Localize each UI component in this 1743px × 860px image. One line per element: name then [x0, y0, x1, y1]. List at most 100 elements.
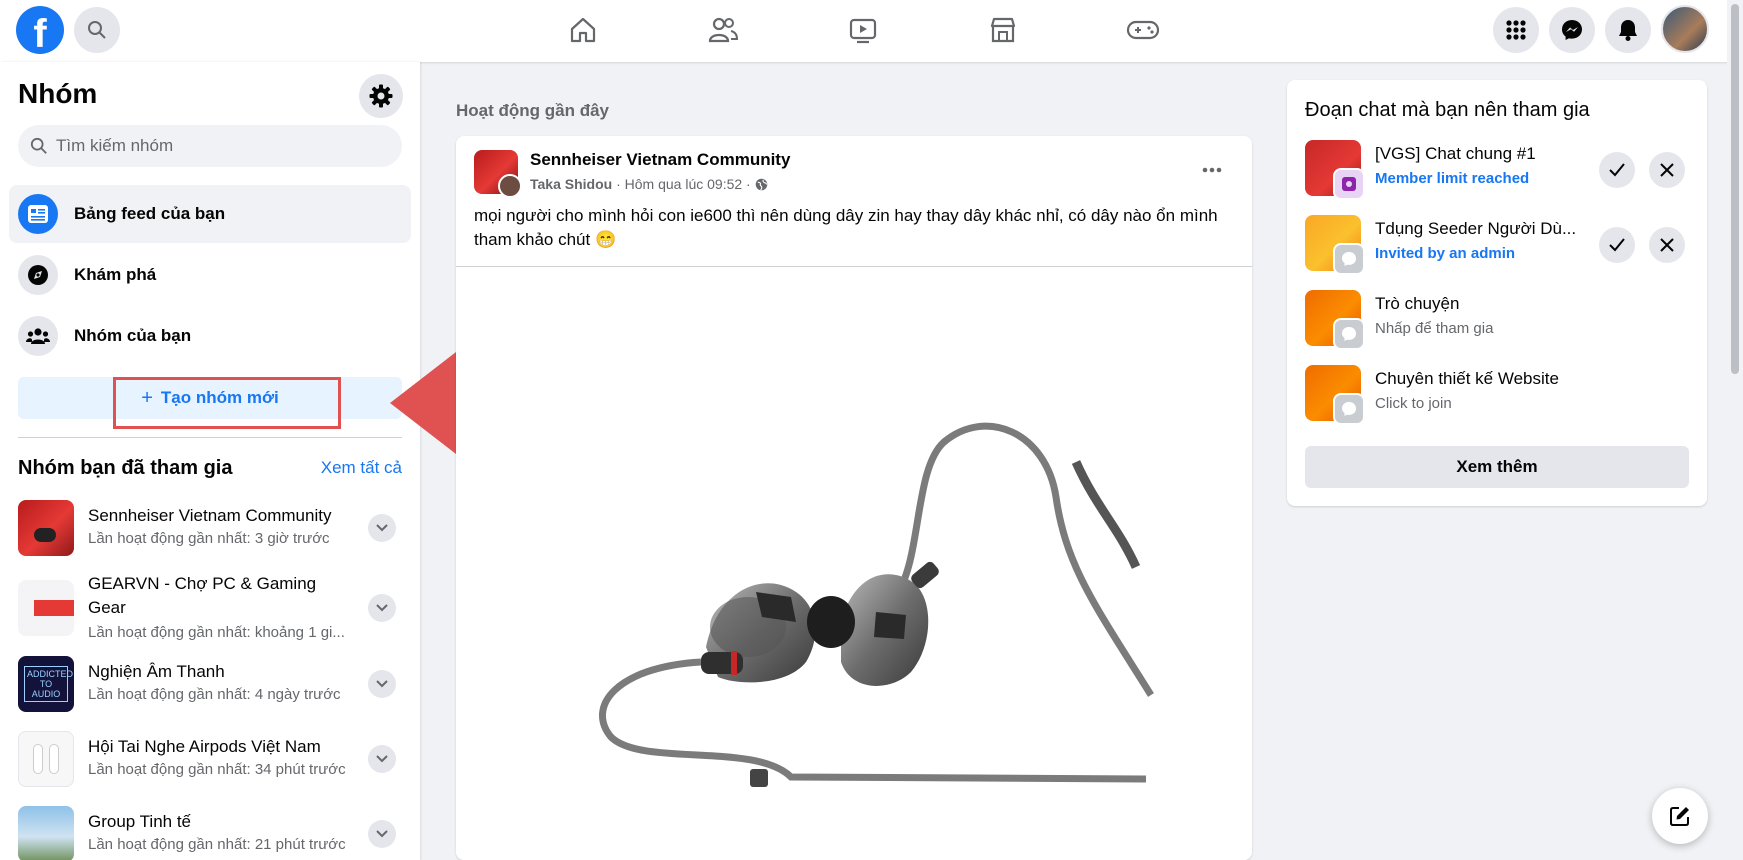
post-group-name[interactable]: Sennheiser Vietnam Community: [530, 150, 790, 170]
chevron-down-icon: [376, 604, 388, 612]
group-options-button[interactable]: [368, 670, 396, 698]
post-time[interactable]: · Hôm qua lúc 09:52 ·: [612, 176, 754, 192]
airpod-graphic: [33, 744, 43, 774]
suggested-chat-item[interactable]: Chuyên thiết kế Website Click to join: [1305, 365, 1689, 425]
profile-avatar[interactable]: [1661, 5, 1709, 53]
group-list-item[interactable]: ADDICTED TO AUDIO Nghiện Âm Thanh Lần ho…: [18, 656, 402, 712]
chat-name: Trò chuyện: [1375, 294, 1460, 313]
menu-grid-icon: [1506, 20, 1526, 40]
gear-icon: [369, 84, 393, 108]
nav-marketplace[interactable]: [973, 10, 1033, 50]
sidebar-item-feed[interactable]: Bảng feed của bạn: [9, 185, 411, 243]
group-list-item[interactable]: GEARVN - Chợ PC & Gaming Gear Lần hoạt đ…: [18, 572, 402, 641]
group-name: Group Tinh tế: [88, 812, 192, 831]
messenger-button[interactable]: [1549, 7, 1595, 53]
sidebar-item-discover[interactable]: Khám phá: [9, 246, 411, 304]
checkmark-icon: [1609, 238, 1625, 252]
facebook-logo[interactable]: f: [16, 6, 64, 54]
suggested-chat-item[interactable]: [VGS] Chat chung #1 Member limit reached: [1305, 140, 1689, 200]
group-thumbnail: [18, 580, 74, 636]
thumb-graphic: [34, 600, 74, 616]
search-button[interactable]: [74, 7, 120, 53]
gaming-icon: [1126, 20, 1160, 40]
chat-status: Member limit reached: [1375, 170, 1530, 187]
chat-name: [VGS] Chat chung #1: [1375, 144, 1536, 163]
marketplace-icon: [990, 17, 1016, 43]
new-message-button[interactable]: [1652, 788, 1708, 844]
puzzle-icon: [1342, 177, 1356, 191]
menu-button[interactable]: [1493, 7, 1539, 53]
group-options-button[interactable]: [368, 745, 396, 773]
chat-bubble-icon: [1342, 402, 1356, 416]
post-author[interactable]: Taka Shidou: [530, 176, 612, 192]
post-options-button[interactable]: [1192, 150, 1232, 190]
group-avatar[interactable]: [474, 150, 522, 198]
notifications-button[interactable]: [1605, 7, 1651, 53]
group-name: Nghiện Âm Thanh: [88, 662, 225, 681]
group-activity: Lần hoạt động gần nhất: khoảng 1 gi...: [88, 624, 345, 641]
chat-name: Chuyên thiết kế Website: [1375, 369, 1559, 388]
checkmark-icon: [1609, 163, 1625, 177]
group-list-item[interactable]: Hội Tai Nghe Airpods Việt Nam Lần hoạt đ…: [18, 731, 402, 787]
home-icon: [570, 17, 596, 43]
highlight-annotation-box: [113, 377, 341, 429]
watch-icon: [849, 18, 877, 44]
chat-name: Tdụng Seeder Người Dù...: [1375, 219, 1577, 238]
feed-post: Sennheiser Vietnam Community Taka Shidou…: [456, 136, 1252, 860]
feed-icon: [18, 194, 58, 234]
chevron-down-icon: [376, 830, 388, 838]
close-icon: [1660, 238, 1674, 252]
recent-activity-heading: Hoạt động gần đây: [456, 101, 609, 120]
group-name: Sennheiser Vietnam Community: [88, 506, 332, 525]
friends-icon: [708, 17, 739, 43]
group-list-item[interactable]: Group Tinh tế Lần hoạt động gần nhất: 21…: [18, 806, 402, 860]
chevron-down-icon: [376, 755, 388, 763]
sidebar-item-your-groups[interactable]: Nhóm của bạn: [9, 307, 411, 365]
group-options-button[interactable]: [368, 594, 396, 622]
accept-button[interactable]: [1599, 227, 1635, 263]
group-activity: Lần hoạt động gần nhất: 4 ngày trước: [88, 686, 341, 703]
chat-bubble-icon: [1342, 252, 1356, 266]
group-options-button[interactable]: [368, 514, 396, 542]
post-meta: Taka Shidou · Hôm qua lúc 09:52 ·: [530, 176, 768, 192]
settings-button[interactable]: [359, 74, 403, 118]
sidebar-item-label: Khám phá: [74, 265, 157, 284]
nav-watch[interactable]: [833, 10, 893, 50]
group-activity: Lần hoạt động gần nhất: 34 phút trước: [88, 761, 346, 778]
dismiss-button[interactable]: [1649, 227, 1685, 263]
group-search-input[interactable]: [56, 136, 376, 156]
dismiss-button[interactable]: [1649, 152, 1685, 188]
see-more-button[interactable]: Xem thêm: [1305, 446, 1689, 488]
earphones-photo: [599, 422, 1154, 787]
post-text: mọi người cho mình hỏi con ie600 thì nên…: [474, 206, 1218, 249]
messenger-icon: [1562, 20, 1582, 40]
nav-friends[interactable]: [693, 10, 753, 50]
chevron-down-icon: [376, 680, 388, 688]
chat-status: Nhấp để tham gia: [1375, 320, 1494, 337]
accept-button[interactable]: [1599, 152, 1635, 188]
page-title: Nhóm: [18, 78, 98, 109]
compose-icon: [1670, 807, 1689, 826]
chat-badge: [1333, 318, 1365, 350]
thumbnail-logo-text: ADDICTED TO AUDIO: [24, 666, 73, 702]
post-image[interactable]: [456, 266, 1252, 860]
groups-sidebar: Nhóm Bảng feed của bạn Khám phá: [0, 62, 420, 860]
airpod-graphic: [49, 744, 59, 774]
suggested-chat-item[interactable]: Tdụng Seeder Người Dù... Invited by an a…: [1305, 215, 1689, 275]
group-list-item[interactable]: Sennheiser Vietnam Community Lần hoạt độ…: [18, 500, 402, 556]
group-search[interactable]: [18, 125, 402, 167]
earbud-graphic: [34, 528, 56, 542]
suggested-chat-item[interactable]: Trò chuyện Nhấp để tham gia: [1305, 290, 1689, 350]
chat-badge: [1333, 168, 1365, 200]
group-thumbnail: [18, 806, 74, 860]
nav-gaming[interactable]: [1113, 10, 1173, 50]
top-navigation-bar: f: [0, 0, 1743, 62]
chat-status: Invited by an admin: [1375, 245, 1516, 262]
nav-home[interactable]: [553, 10, 613, 50]
divider: [18, 437, 402, 438]
suggested-chats-panel: Đoạn chat mà bạn nên tham gia [VGS] Chat…: [1287, 80, 1707, 506]
search-icon: [88, 21, 106, 39]
author-avatar[interactable]: [498, 174, 522, 198]
scrollbar-thumb[interactable]: [1731, 4, 1739, 374]
group-options-button[interactable]: [368, 820, 396, 848]
